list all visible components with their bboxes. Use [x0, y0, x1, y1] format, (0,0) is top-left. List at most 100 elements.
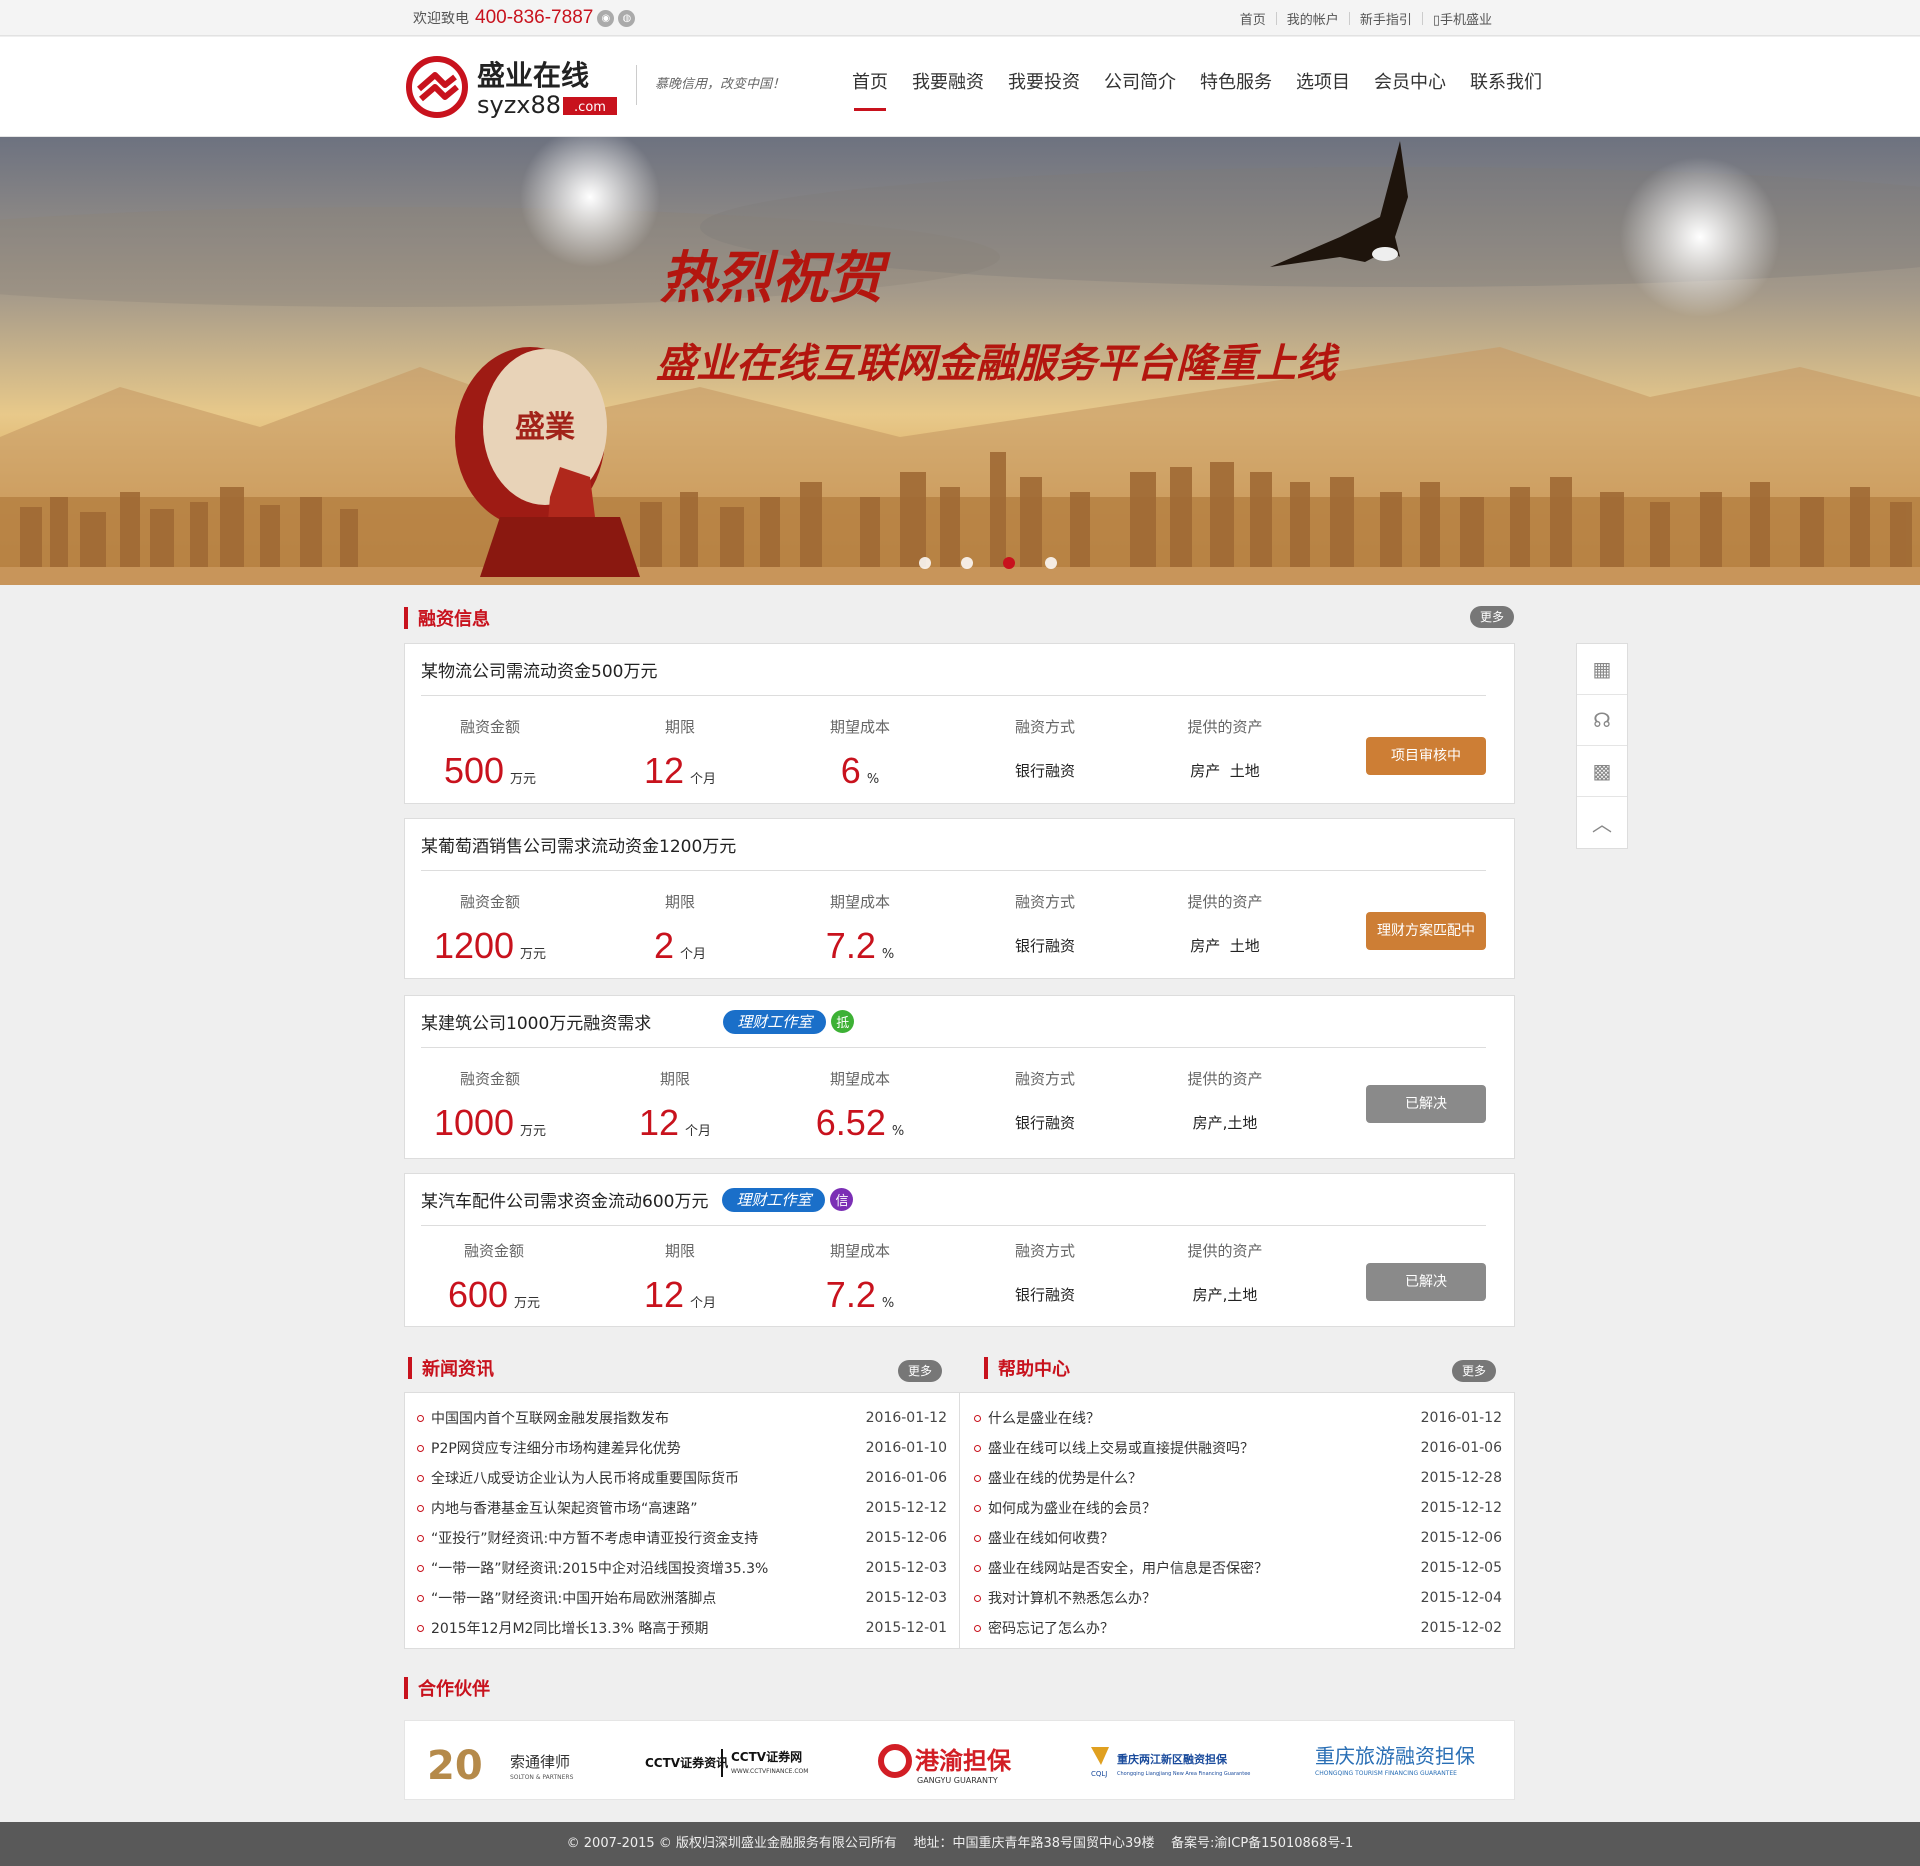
studio-tag[interactable]: 理财工作室 — [722, 1187, 826, 1212]
amount-value: 1200 — [433, 925, 515, 966]
qrcode-icon[interactable]: ▩ — [1577, 746, 1627, 797]
gangyu-name: 港渝担保 — [915, 1747, 1012, 1775]
status-button[interactable]: 已解决 — [1366, 1263, 1486, 1301]
bullet-icon — [417, 1594, 424, 1602]
help-item[interactable]: 我对计算机不熟悉怎么办？ 2015-12-04 — [974, 1583, 1502, 1613]
assets-col: 提供的资产 房产,土地 — [1160, 1240, 1290, 1314]
help-item-date: 2015-12-12 — [1420, 1500, 1502, 1516]
nav-financing[interactable]: 我要融资 — [900, 37, 996, 137]
help-item[interactable]: 盛业在线网站是否安全，用户信息是否保密？ 2015-12-05 — [974, 1553, 1502, 1583]
calculator-icon[interactable]: ▦ — [1577, 644, 1627, 695]
back-to-top-icon[interactable]: ︿ — [1577, 797, 1627, 848]
financing-card[interactable]: 某物流公司需流动资金500万元 融资金额 500 万元 期限 12 个月 期望成本 … — [404, 643, 1515, 804]
bullet-icon — [974, 1504, 981, 1512]
nav-home[interactable]: 首页 — [840, 37, 900, 137]
nav-projects[interactable]: 选项目 — [1284, 37, 1362, 137]
term-label: 期限 — [664, 718, 695, 736]
news-list: 中国国内首个互联网金融发展指数发布 2016-01-12 P2P网贷应专注细分市场… — [404, 1392, 960, 1649]
help-more-button[interactable]: 更多 — [1452, 1360, 1496, 1382]
amount-label: 融资金额 — [459, 893, 520, 911]
card-title[interactable]: 某汽车配件公司需求资金流动600万元 理财工作室 信 — [421, 1174, 1486, 1226]
site-logo[interactable]: 盛业在线 syzx88 .com — [405, 55, 625, 119]
news-item[interactable]: 中国国内首个互联网金融发展指数发布 2016-01-12 — [417, 1403, 947, 1433]
card-title[interactable]: 某建筑公司1000万元融资需求 理财工作室 抵 — [421, 996, 1486, 1048]
financing-card[interactable]: 某汽车配件公司需求资金流动600万元 理财工作室 信 融资金额 600 万元 期限… — [404, 1173, 1515, 1327]
cost-label: 期望成本 — [829, 1242, 890, 1260]
financing-card[interactable]: 某建筑公司1000万元融资需求 理财工作室 抵 融资金额 1000 万元 期限 1… — [404, 995, 1515, 1159]
banner-title: 热烈祝贺 — [660, 245, 891, 311]
news-item[interactable]: “一带一路”财经资讯:2015中企对沿线国投资增35.3% 2015-12-03 — [417, 1553, 947, 1583]
card-title-text: 某建筑公司1000万元融资需求 — [421, 1014, 652, 1034]
top-link-account[interactable]: 我的帐户 — [1277, 9, 1349, 28]
headset-icon[interactable]: ☊ — [1577, 695, 1627, 746]
top-link-mobile[interactable]: ▯手机盛业 — [1423, 9, 1502, 28]
assets-value: 房产 土地 — [1190, 936, 1260, 955]
help-item[interactable]: 盛业在线可以线上交易或直接提供融资吗？ 2016-01-06 — [974, 1433, 1502, 1463]
news-item-title: “亚投行”财经资讯:中方暂不考虑申请亚投行资金支持 — [431, 1531, 759, 1547]
qq-icon[interactable]: ◍ — [618, 9, 636, 27]
help-item[interactable]: 如何成为盛业在线的会员？ 2015-12-12 — [974, 1493, 1502, 1523]
main-nav: 首页 我要融资 我要投资 公司简介 特色服务 选项目 会员中心 联系我们 — [840, 37, 1554, 137]
news-item[interactable]: 全球近八成受访企业认为人民币将成重要国际货币 2016-01-06 — [417, 1463, 947, 1493]
partner-logo-cq-tourism[interactable]: 重庆旅游融资担保 CHONGQING TOURISM FINANCING GUA… — [1315, 1744, 1475, 1777]
nav-services[interactable]: 特色服务 — [1188, 37, 1284, 137]
term-unit: 个月 — [680, 947, 707, 962]
top-link-home[interactable]: 首页 — [1230, 9, 1276, 28]
status-button[interactable]: 已解决 — [1366, 1085, 1486, 1123]
cq-tourism-sub: CHONGQING TOURISM FINANCING GUARANTEE — [1315, 1770, 1457, 1777]
term-label: 期限 — [664, 893, 695, 911]
method-value: 银行融资 — [1014, 761, 1075, 780]
news-item[interactable]: 2015年12月M2同比增长13.3% 略高于预期 2015-12-01 — [417, 1613, 947, 1643]
nav-investing[interactable]: 我要投资 — [996, 37, 1092, 137]
news-title: 新闻资讯 — [422, 1359, 494, 1380]
cost-label: 期望成本 — [829, 1070, 890, 1088]
carousel-dot[interactable] — [919, 557, 931, 569]
financing-card[interactable]: 某葡萄酒销售公司需求流动资金1200万元 融资金额 1200 万元 期限 2 个月 … — [404, 818, 1515, 979]
news-item[interactable]: 内地与香港基金互认架起资管市场“高速路” 2015-12-12 — [417, 1493, 947, 1523]
status-button[interactable]: 理财方案匹配中 — [1366, 912, 1486, 950]
news-item[interactable]: “亚投行”财经资讯:中方暂不考虑申请亚投行资金支持 2015-12-06 — [417, 1523, 947, 1553]
help-item[interactable]: 密码忘记了怎么办？ 2015-12-02 — [974, 1613, 1502, 1643]
method-col: 融资方式 银行融资 — [980, 716, 1110, 790]
help-item[interactable]: 什么是盛业在线？ 2016-01-12 — [974, 1403, 1502, 1433]
heading-bar — [404, 1677, 408, 1699]
hero-banner[interactable]: 盛業 热烈祝贺 盛业在线互联网金融服务平台隆重上线 — [0, 137, 1920, 585]
status-button[interactable]: 项目审核中 — [1366, 737, 1486, 775]
term-label: 期限 — [664, 1242, 695, 1260]
news-item-title: 全球近八成受访企业认为人民币将成重要国际货币 — [431, 1471, 739, 1487]
help-item[interactable]: 盛业在线如何收费？ 2015-12-06 — [974, 1523, 1502, 1553]
amount-label: 融资金额 — [463, 1242, 524, 1260]
carousel-dot-active[interactable] — [1003, 557, 1015, 569]
carousel-dot[interactable] — [961, 557, 973, 569]
bullet-icon — [417, 1534, 424, 1542]
news-item[interactable]: P2P网贷应专注细分市场构建差异化优势 2016-01-10 — [417, 1433, 947, 1463]
solton-mark: 20 — [427, 1743, 483, 1789]
partner-logo-gangyu[interactable]: 港渝担保 GANGYU GUARANTY — [878, 1744, 1012, 1785]
news-item[interactable]: “一带一路”财经资讯:中国开始布局欧洲落脚点 2015-12-03 — [417, 1583, 947, 1613]
partner-logo-solton[interactable]: 20 索通律师 SOLTON & PARTNERS — [427, 1743, 574, 1789]
financing-more-button[interactable]: 更多 — [1470, 606, 1514, 628]
help-item-title: 盛业在线网站是否安全，用户信息是否保密？ — [988, 1561, 1268, 1577]
news-item-title: P2P网贷应专注细分市场构建差异化优势 — [431, 1441, 681, 1457]
news-more-button[interactable]: 更多 — [898, 1360, 942, 1382]
card-title[interactable]: 某葡萄酒销售公司需求流动资金1200万元 — [421, 819, 1486, 871]
top-links: 首页 我的帐户 新手指引 ▯手机盛业 — [1230, 6, 1502, 30]
news-item-date: 2015-12-03 — [865, 1590, 947, 1606]
cost-value: 7.2 — [825, 1274, 876, 1315]
partner-logo-cqlj[interactable]: CQLJ 重庆两江新区融资担保 Chongqing Liangjiang New… — [1091, 1747, 1250, 1778]
bullet-icon — [417, 1564, 424, 1572]
card-title[interactable]: 某物流公司需流动资金500万元 — [421, 644, 1486, 696]
studio-tag[interactable]: 理财工作室 — [723, 1009, 827, 1034]
nav-contact[interactable]: 联系我们 — [1458, 37, 1554, 137]
carousel-dot[interactable] — [1045, 557, 1057, 569]
hotline-number[interactable]: 400-836-7887 — [475, 7, 593, 29]
sun-right — [1620, 157, 1780, 317]
help-item[interactable]: 盛业在线的优势是什么？ 2015-12-28 — [974, 1463, 1502, 1493]
partner-logo-cctv[interactable]: CCTV证券资讯 CCTV证券网 WWW.CCTVFINANCE.COM — [645, 1749, 808, 1777]
top-link-guide[interactable]: 新手指引 — [1350, 9, 1422, 28]
help-item-title: 什么是盛业在线？ — [988, 1411, 1100, 1427]
news-item-title: “一带一路”财经资讯:2015中企对沿线国投资增35.3% — [431, 1561, 769, 1577]
nav-member[interactable]: 会员中心 — [1362, 37, 1458, 137]
weibo-icon[interactable]: ◉ — [597, 9, 615, 27]
nav-about[interactable]: 公司简介 — [1092, 37, 1188, 137]
